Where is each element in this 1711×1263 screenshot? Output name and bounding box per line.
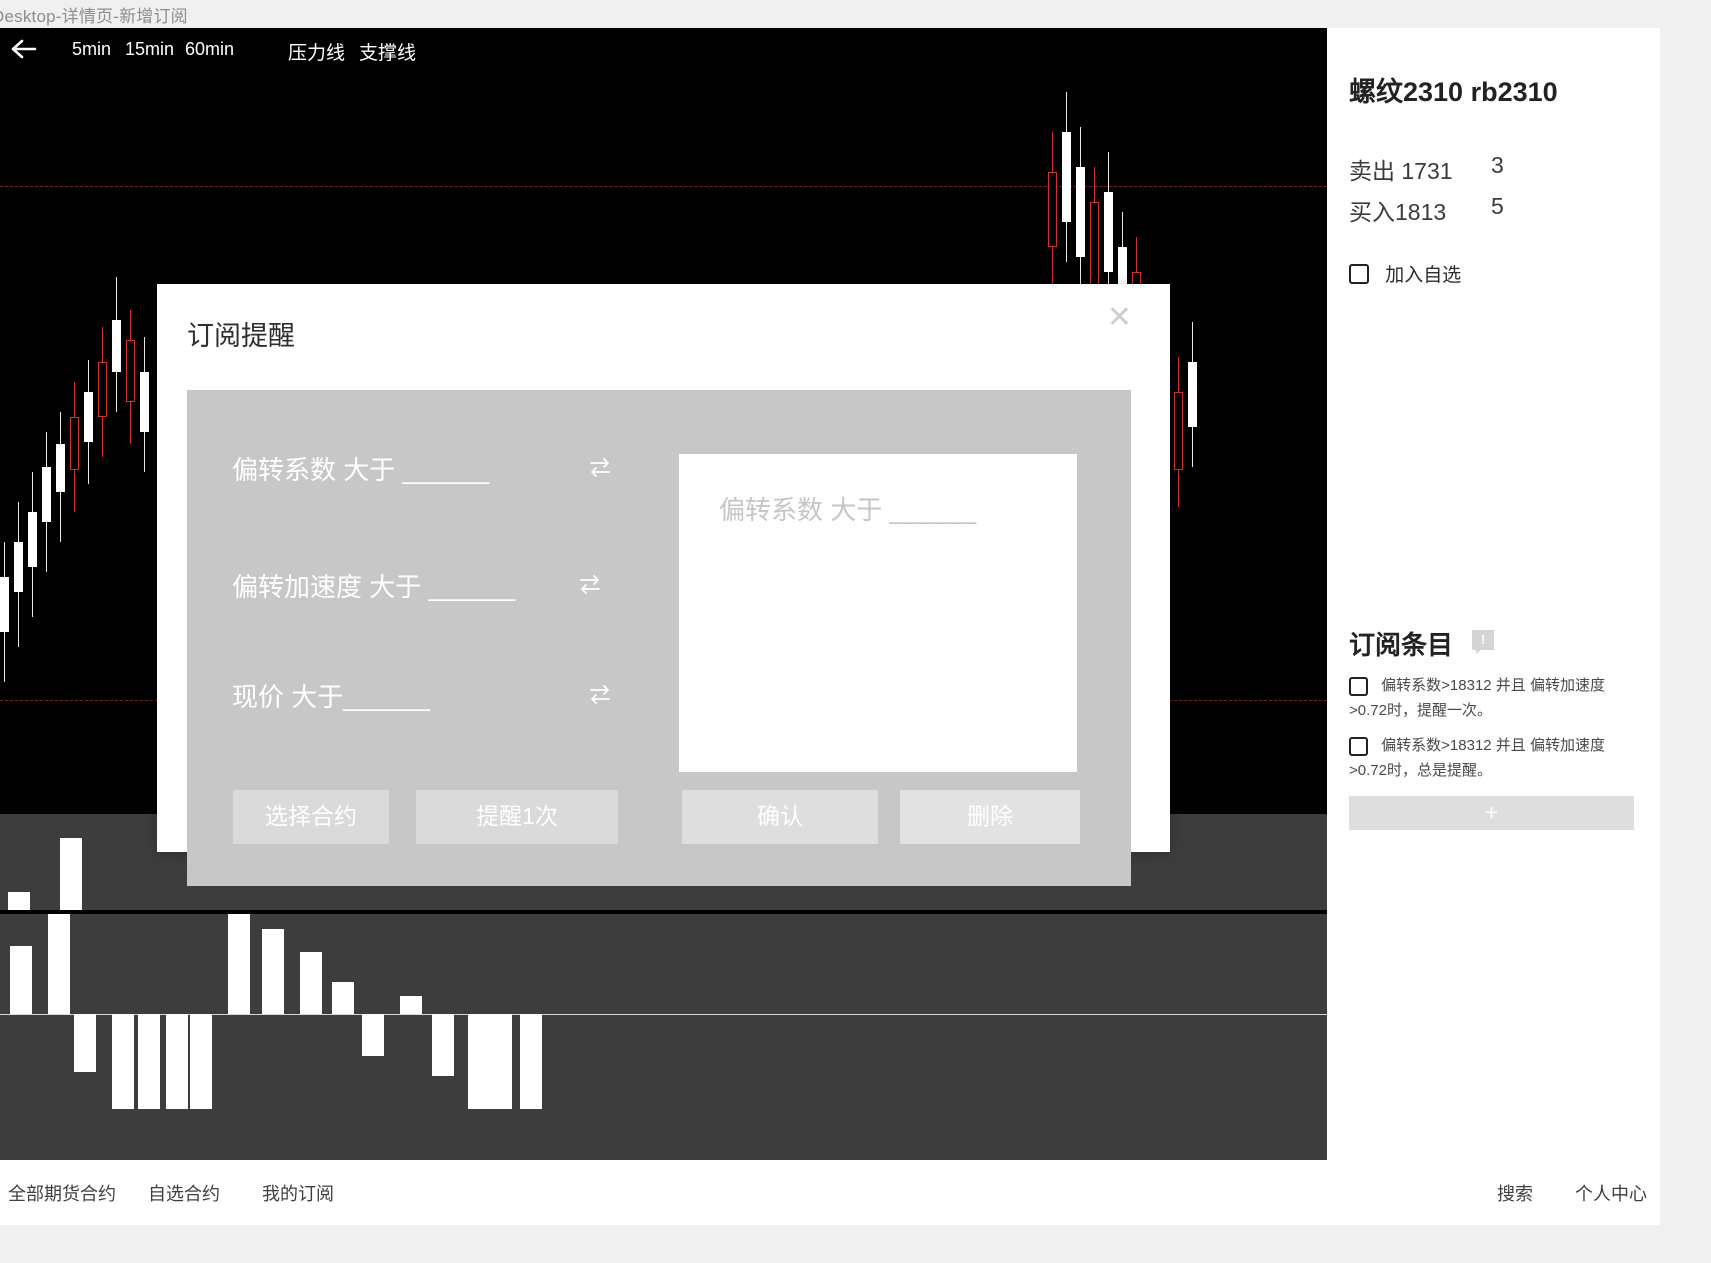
add-to-favorites-checkbox[interactable] — [1349, 263, 1369, 284]
condition-text: 偏转加速度 大于 ______ — [232, 572, 516, 602]
confirm-button[interactable]: 确认 — [682, 790, 878, 844]
quote-row-sell: 卖出 1731 3 — [1349, 152, 1504, 186]
timeframe-5min[interactable]: 5min — [72, 39, 111, 60]
histogram-pane-lower — [0, 914, 1327, 1160]
histogram-bar — [8, 892, 30, 910]
select-contract-button[interactable]: 选择合约 — [233, 790, 389, 844]
resistance-line-toggle[interactable]: 压力线 — [288, 38, 345, 65]
sell-volume: 3 — [1491, 152, 1504, 178]
histogram-bar — [262, 929, 284, 1014]
nav-favorite-contracts[interactable]: 自选合约 — [148, 1180, 220, 1206]
histogram-bar — [468, 1014, 490, 1109]
histogram-bar — [48, 914, 70, 1014]
candlestick-body — [1076, 167, 1085, 257]
subscription-item[interactable]: 偏转系数>18312 并且 偏转加速度>0.72时，总是提醒。 — [1349, 733, 1637, 783]
candlestick-body — [1048, 172, 1057, 247]
delete-button[interactable]: 删除 — [900, 790, 1080, 844]
timeframe-15min[interactable]: 15min — [125, 39, 174, 60]
histogram-bar — [190, 1014, 212, 1109]
buy-label: 买入1813 — [1349, 199, 1447, 225]
candlestick-body — [1090, 202, 1099, 287]
remind-times-button[interactable]: 提醒1次 — [416, 790, 618, 844]
sell-label: 卖出 1731 — [1349, 158, 1453, 184]
candlestick-body — [1188, 362, 1197, 427]
info-tooltip-icon[interactable]: ! — [1472, 630, 1494, 654]
window-titlebar: Desktop-详情页-新增订阅 — [0, 0, 1711, 28]
app-root: Desktop-详情页-新增订阅 5min 15min 60min 压力线 支撑… — [0, 0, 1711, 1263]
add-to-favorites-row[interactable]: 加入自选 — [1349, 260, 1461, 287]
swap-icon[interactable] — [587, 681, 613, 707]
condition-row-current-price[interactable]: 现价 大于______ — [232, 677, 647, 717]
nav-personal-center[interactable]: 个人中心 — [1575, 1180, 1647, 1206]
candlestick-body — [112, 320, 121, 372]
histogram-bar — [432, 1014, 454, 1076]
subscription-dialog: 订阅提醒 ✕ 偏转系数 大于 ______ 偏转加速度 大于 ______ 现价… — [157, 284, 1170, 886]
resistance-dashed-line — [0, 186, 1327, 187]
candlestick-body — [1174, 392, 1183, 470]
subscription-item[interactable]: 偏转系数>18312 并且 偏转加速度>0.72时，提醒一次。 — [1349, 673, 1637, 723]
subscription-section-title: 订阅条目 — [1349, 630, 1454, 660]
swap-icon[interactable] — [577, 571, 603, 597]
histogram-bar — [490, 1014, 512, 1109]
chart-toolbar: 5min 15min 60min 压力线 支撑线 — [0, 28, 1327, 72]
histogram-bar — [10, 946, 32, 1014]
add-to-favorites-label: 加入自选 — [1385, 265, 1462, 286]
dialog-body: 偏转系数 大于 ______ 偏转加速度 大于 ______ 现价 大于____… — [187, 390, 1131, 886]
histogram-bar — [60, 838, 82, 910]
swap-icon[interactable] — [587, 454, 613, 480]
back-arrow-icon[interactable] — [10, 36, 40, 64]
subscription-item-text: 偏转系数>18312 并且 偏转加速度>0.72时，提醒一次。 — [1349, 677, 1605, 719]
candlestick-body — [1062, 132, 1071, 222]
histogram-bar — [228, 914, 250, 1014]
histogram-bar — [74, 1014, 96, 1072]
candlestick-body — [0, 577, 9, 632]
condition-preview-box[interactable]: 偏转系数 大于 ______ — [679, 454, 1077, 772]
histogram-bar — [138, 1014, 160, 1109]
symbol-title: 螺纹2310 rb2310 — [1349, 77, 1558, 107]
subscription-item-checkbox[interactable] — [1349, 676, 1368, 696]
condition-preview-text: 偏转系数 大于 ______ — [719, 495, 977, 525]
info-panel: 螺纹2310 rb2310 卖出 1731 3 买入1813 5 加入自选 订阅… — [1327, 28, 1660, 1160]
histogram-bar — [332, 982, 354, 1014]
bottom-navigation: 全部期货合约 自选合约 我的订阅 搜索 个人中心 — [0, 1160, 1660, 1225]
condition-text: 偏转系数 大于 ______ — [232, 455, 490, 485]
candlestick-body — [56, 444, 65, 492]
condition-row-deflection-coefficient[interactable]: 偏转系数 大于 ______ — [232, 450, 647, 490]
candlestick-body — [126, 340, 135, 402]
candlestick-body — [70, 417, 79, 470]
histogram-bar — [112, 1014, 134, 1109]
close-icon[interactable]: ✕ — [1107, 303, 1132, 333]
quote-row-buy: 买入1813 5 — [1349, 193, 1504, 227]
nav-search[interactable]: 搜索 — [1497, 1180, 1533, 1206]
candlestick-body — [1104, 192, 1113, 272]
candlestick-body — [28, 512, 37, 567]
nav-all-futures-contracts[interactable]: 全部期货合约 — [8, 1180, 116, 1206]
add-subscription-button[interactable]: + — [1349, 796, 1634, 830]
candlestick-body — [140, 372, 149, 432]
histogram-bar — [362, 1014, 384, 1056]
candlestick-body — [42, 467, 51, 522]
histogram-bar — [166, 1014, 188, 1109]
window-title: Desktop-详情页-新增订阅 — [0, 7, 188, 26]
subscription-item-checkbox[interactable] — [1349, 736, 1368, 756]
support-line-toggle[interactable]: 支撑线 — [359, 38, 416, 65]
histogram-bar — [300, 952, 322, 1014]
subscription-item-text: 偏转系数>18312 并且 偏转加速度>0.72时，总是提醒。 — [1349, 737, 1605, 779]
nav-my-subscriptions[interactable]: 我的订阅 — [262, 1180, 334, 1206]
histogram-bar — [400, 996, 422, 1014]
candlestick-body — [84, 392, 93, 442]
buy-volume: 5 — [1491, 193, 1504, 219]
histogram-bar — [520, 1014, 542, 1109]
condition-text: 现价 大于______ — [232, 682, 430, 712]
candlestick-body — [98, 362, 107, 417]
dialog-title: 订阅提醒 — [187, 321, 295, 351]
timeframe-60min[interactable]: 60min — [185, 39, 234, 60]
candlestick-body — [14, 542, 23, 592]
